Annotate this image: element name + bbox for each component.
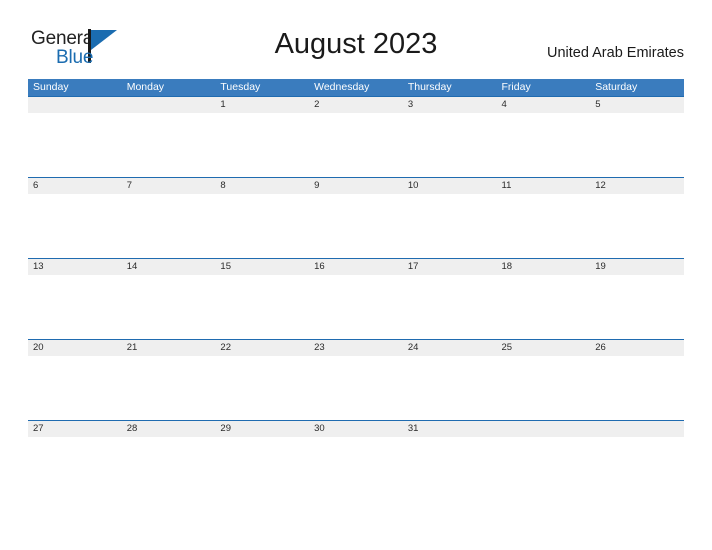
day-number[interactable]: 20 [28,340,122,356]
day-cell[interactable] [28,194,122,258]
day-cell[interactable] [309,194,403,258]
day-cell[interactable] [122,194,216,258]
day-cell[interactable] [403,356,497,420]
day-cell[interactable] [497,437,591,501]
day-cell[interactable] [403,113,497,177]
day-cell[interactable] [403,194,497,258]
day-cell[interactable] [215,356,309,420]
page-header: General Blue August 2023 United Arab Emi… [0,0,712,79]
day-number[interactable]: 26 [590,340,684,356]
day-cell[interactable] [590,275,684,339]
day-cell[interactable] [28,437,122,501]
day-number[interactable]: 12 [590,178,684,194]
week-event-area [28,356,684,420]
day-number[interactable]: 1 [215,97,309,113]
day-number[interactable]: 13 [28,259,122,275]
day-cell[interactable] [215,194,309,258]
day-cell[interactable] [28,356,122,420]
region-label: United Arab Emirates [546,45,684,61]
day-cell[interactable] [590,356,684,420]
week-row: 6 7 8 9 10 11 12 [28,177,684,258]
day-cell[interactable] [590,113,684,177]
day-cell[interactable] [28,275,122,339]
day-cell[interactable] [590,194,684,258]
weekday-header-monday: Monday [126,81,165,93]
week-date-band: 27 28 29 30 31 [28,421,684,437]
day-number[interactable] [122,97,216,113]
weekday-header-thursday: Thursday [407,81,452,93]
week-event-area [28,437,684,501]
weekday-header-friday: Friday [501,81,531,93]
day-number[interactable]: 8 [215,178,309,194]
day-cell[interactable] [309,437,403,501]
week-row: 27 28 29 30 31 [28,420,684,501]
day-number[interactable]: 29 [215,421,309,437]
day-cell[interactable] [497,275,591,339]
day-number[interactable]: 21 [122,340,216,356]
day-cell[interactable] [122,437,216,501]
week-date-band: 20 21 22 23 24 25 26 [28,340,684,356]
day-number[interactable] [28,97,122,113]
week-event-area [28,113,684,177]
day-cell[interactable] [403,437,497,501]
day-number[interactable]: 7 [122,178,216,194]
day-number[interactable]: 19 [590,259,684,275]
weekday-header-row: Sunday Monday Tuesday Wednesday Thursday… [28,79,684,96]
day-cell[interactable] [122,356,216,420]
day-number[interactable]: 30 [309,421,403,437]
day-number[interactable]: 10 [403,178,497,194]
day-cell[interactable] [403,275,497,339]
week-row: 13 14 15 16 17 18 19 [28,258,684,339]
day-cell[interactable] [590,437,684,501]
day-number[interactable]: 9 [309,178,403,194]
day-cell[interactable] [122,113,216,177]
day-number[interactable]: 22 [215,340,309,356]
day-number[interactable]: 24 [403,340,497,356]
day-number[interactable]: 11 [497,178,591,194]
day-number[interactable]: 3 [403,97,497,113]
week-date-band: 1 2 3 4 5 [28,97,684,113]
day-cell[interactable] [497,356,591,420]
day-number[interactable]: 17 [403,259,497,275]
week-event-area [28,275,684,339]
day-cell[interactable] [215,275,309,339]
day-number[interactable]: 25 [497,340,591,356]
day-cell[interactable] [497,113,591,177]
day-number[interactable] [590,421,684,437]
day-number[interactable]: 5 [590,97,684,113]
day-cell[interactable] [28,113,122,177]
day-cell[interactable] [215,113,309,177]
day-cell[interactable] [497,194,591,258]
day-cell[interactable] [122,275,216,339]
day-number[interactable]: 28 [122,421,216,437]
week-date-band: 6 7 8 9 10 11 12 [28,178,684,194]
weekday-header-sunday: Sunday [33,81,69,93]
day-number[interactable] [497,421,591,437]
day-number[interactable]: 6 [28,178,122,194]
week-event-area [28,194,684,258]
day-cell[interactable] [309,113,403,177]
day-cell[interactable] [309,275,403,339]
weekday-header-wednesday: Wednesday [314,81,370,93]
day-cell[interactable] [215,437,309,501]
week-date-band: 13 14 15 16 17 18 19 [28,259,684,275]
day-number[interactable]: 15 [215,259,309,275]
weekday-header-saturday: Saturday [595,81,638,93]
weekday-header-tuesday: Tuesday [220,81,261,93]
day-number[interactable]: 2 [309,97,403,113]
week-row: 1 2 3 4 5 [28,96,684,177]
week-row: 20 21 22 23 24 25 26 [28,339,684,420]
day-number[interactable]: 4 [497,97,591,113]
day-number[interactable]: 31 [403,421,497,437]
day-number[interactable]: 18 [497,259,591,275]
calendar-table: Sunday Monday Tuesday Wednesday Thursday… [28,79,684,501]
day-number[interactable]: 14 [122,259,216,275]
day-number[interactable]: 27 [28,421,122,437]
day-cell[interactable] [309,356,403,420]
day-number[interactable]: 23 [309,340,403,356]
day-number[interactable]: 16 [309,259,403,275]
